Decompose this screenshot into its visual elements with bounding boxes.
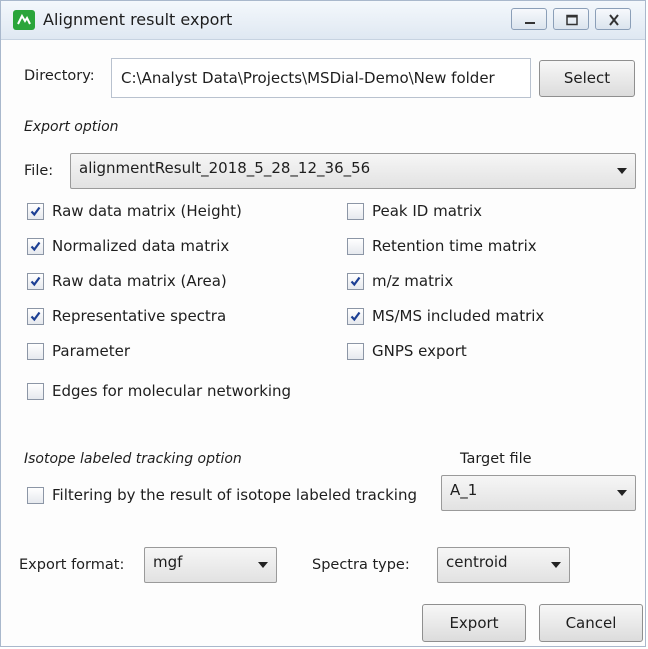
window-title: Alignment result export <box>43 10 233 29</box>
option-label: Edges for molecular networking <box>52 382 292 400</box>
file-select-value: alignmentResult_2018_5_28_12_36_56 <box>79 159 371 177</box>
checkmark-icon <box>30 276 41 287</box>
export-format-select[interactable]: mgf <box>144 547 277 583</box>
export-button[interactable]: Export <box>422 604 526 642</box>
option-checkbox[interactable] <box>347 238 364 255</box>
isotope-filter-label: Filtering by the result of isotope label… <box>52 486 417 504</box>
spectra-type-label: Spectra type: <box>312 557 410 573</box>
isotope-heading: Isotope labeled tracking option <box>24 451 242 467</box>
isotope-filter-checkbox[interactable] <box>27 487 44 504</box>
option-label: GNPS export <box>372 342 467 360</box>
close-button[interactable] <box>595 8 631 30</box>
minimize-icon <box>525 22 535 24</box>
cancel-button[interactable]: Cancel <box>539 604 643 642</box>
option-checkbox[interactable] <box>27 343 44 360</box>
option-checkbox[interactable] <box>27 308 44 325</box>
title-bar: Alignment result export <box>1 1 645 40</box>
checkmark-icon <box>350 311 361 322</box>
option-checkbox[interactable] <box>27 203 44 220</box>
target-file-value: A_1 <box>450 481 478 499</box>
app-icon <box>13 10 35 30</box>
option-checkbox[interactable] <box>27 383 44 400</box>
checkmark-icon <box>30 241 41 252</box>
checkmark-icon <box>30 311 41 322</box>
option-checkbox[interactable] <box>27 238 44 255</box>
option-checkbox[interactable] <box>347 203 364 220</box>
option-checkbox[interactable] <box>347 343 364 360</box>
export-dialog: Alignment result export Directory: C:\An… <box>0 0 646 647</box>
option-label: Raw data matrix (Area) <box>52 272 227 290</box>
target-file-label: Target file <box>460 451 532 467</box>
select-button[interactable]: Select <box>539 60 635 97</box>
checkmark-icon <box>30 206 41 217</box>
directory-input[interactable]: C:\Analyst Data\Projects\MSDial-Demo\New… <box>111 58 531 98</box>
export-format-value: mgf <box>153 553 183 571</box>
export-option-heading: Export option <box>24 119 119 135</box>
chevron-down-icon <box>258 562 268 568</box>
maximize-icon <box>566 14 578 26</box>
option-checkbox[interactable] <box>347 273 364 290</box>
option-checkbox[interactable] <box>27 273 44 290</box>
option-label: MS/MS included matrix <box>372 307 545 325</box>
chevron-down-icon <box>617 168 627 174</box>
option-label: Peak ID matrix <box>372 202 483 220</box>
spectra-type-select[interactable]: centroid <box>437 547 570 583</box>
chevron-down-icon <box>617 490 627 496</box>
spectra-type-value: centroid <box>446 553 508 571</box>
minimize-button[interactable] <box>511 8 547 30</box>
chevron-down-icon <box>551 562 561 568</box>
option-label: Parameter <box>52 342 131 360</box>
file-select[interactable]: alignmentResult_2018_5_28_12_36_56 <box>70 153 636 189</box>
file-label: File: <box>24 163 54 179</box>
export-format-label: Export format: <box>19 557 125 573</box>
option-label: Normalized data matrix <box>52 237 230 255</box>
close-icon <box>609 14 619 26</box>
target-file-select[interactable]: A_1 <box>441 475 636 511</box>
maximize-button[interactable] <box>553 8 589 30</box>
option-checkbox[interactable] <box>347 308 364 325</box>
option-label: Representative spectra <box>52 307 227 325</box>
option-label: Raw data matrix (Height) <box>52 202 242 220</box>
directory-label: Directory: <box>24 68 95 84</box>
checkmark-icon <box>350 276 361 287</box>
option-label: m/z matrix <box>372 272 454 290</box>
option-label: Retention time matrix <box>372 237 537 255</box>
